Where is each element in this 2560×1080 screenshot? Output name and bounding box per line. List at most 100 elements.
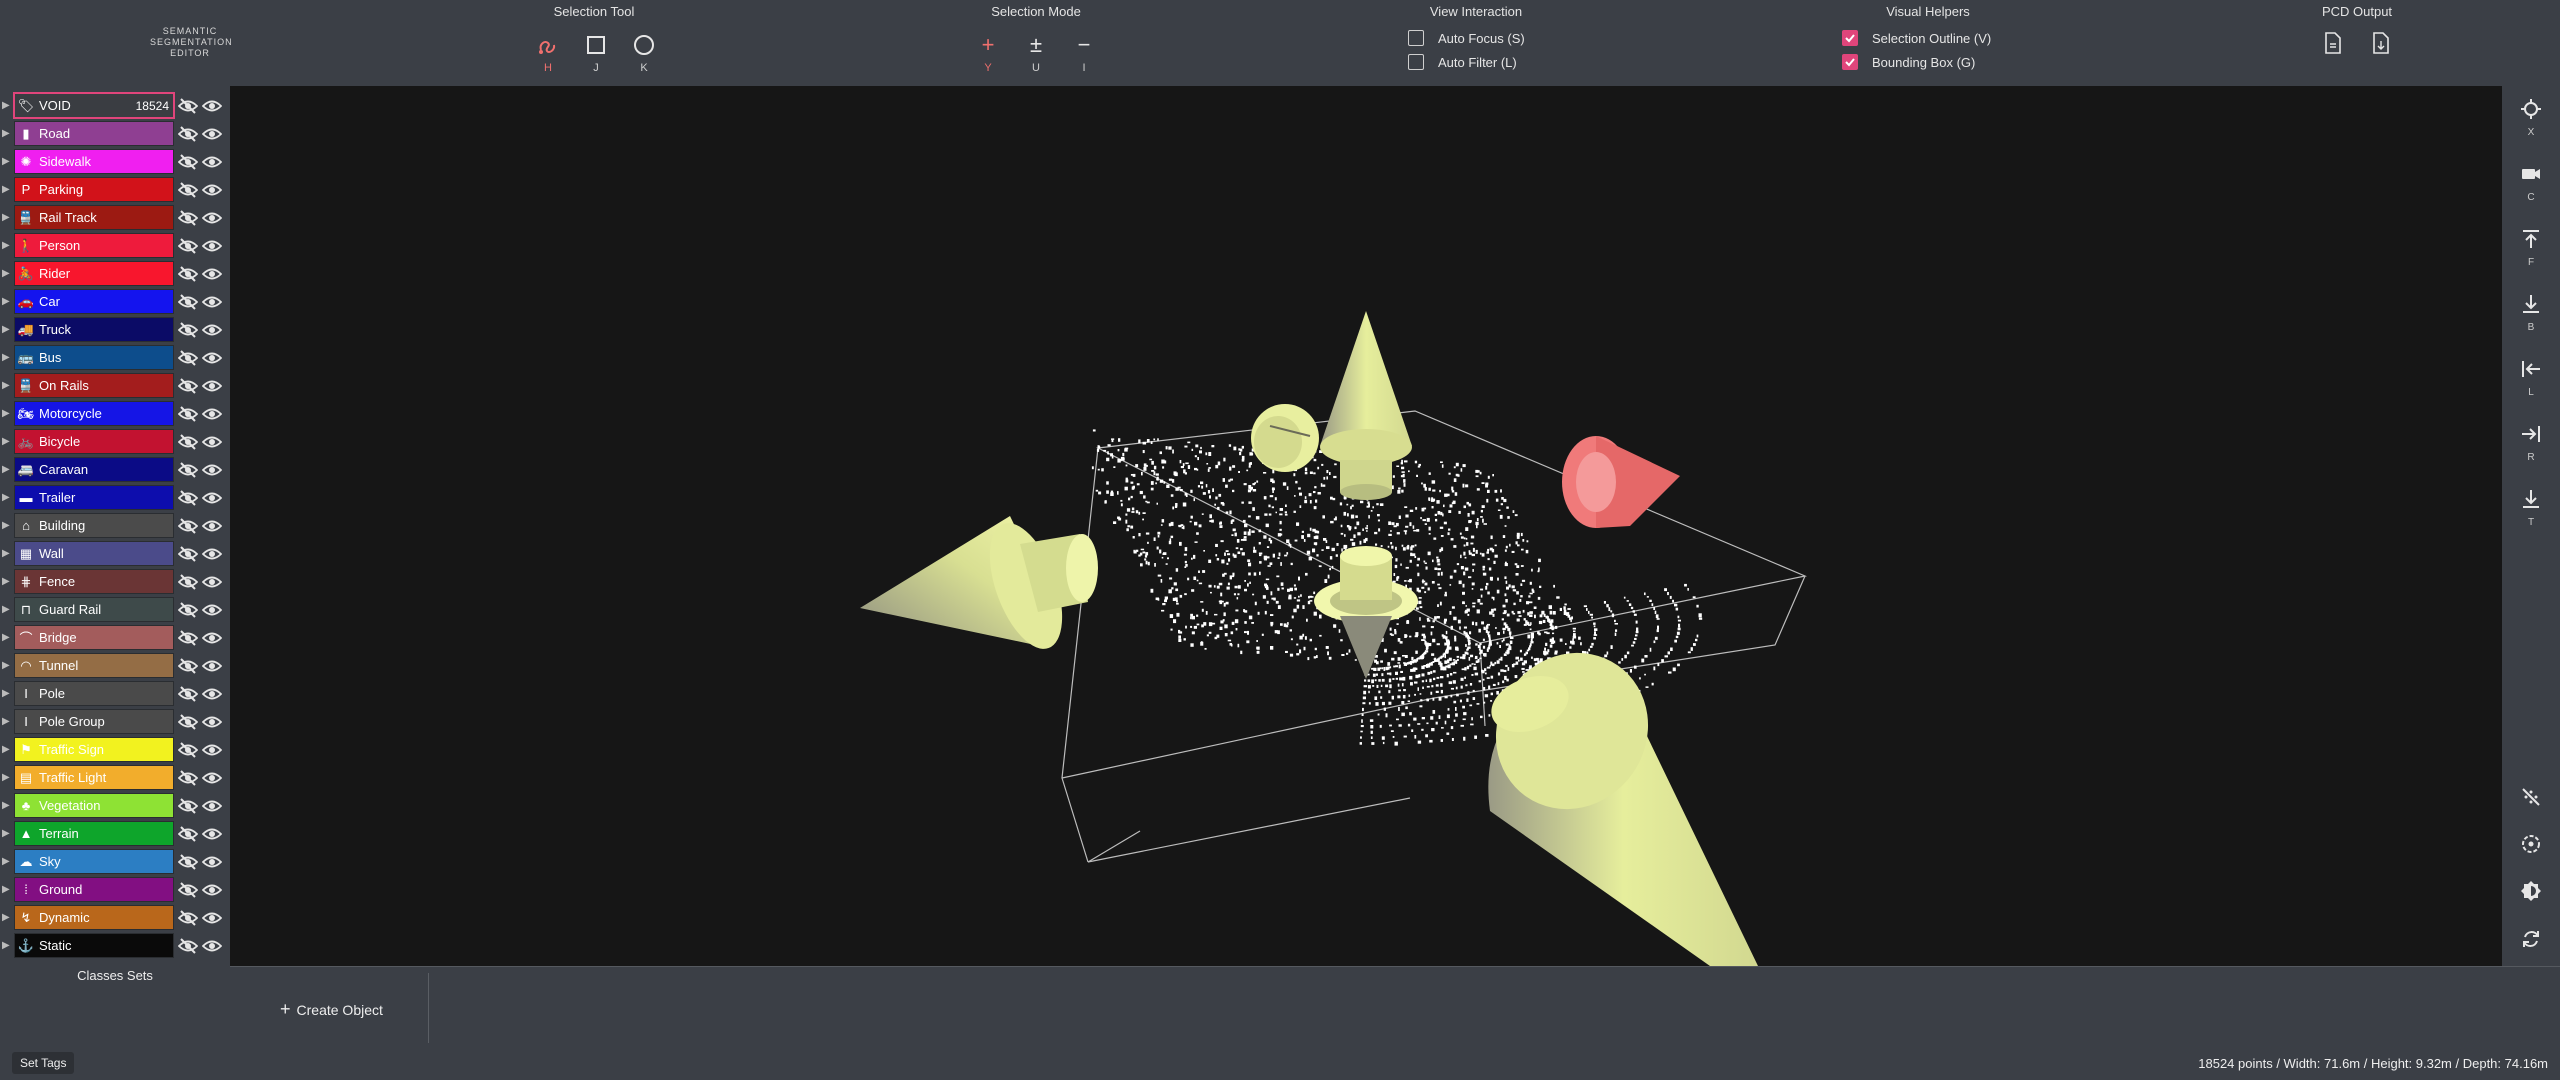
eye-icon[interactable]: [202, 349, 222, 367]
expand-caret-icon[interactable]: ▶: [2, 268, 10, 279]
eye-icon[interactable]: [202, 713, 222, 731]
eye-icon[interactable]: [202, 461, 222, 479]
bounding-box-toggle[interactable]: Bounding Box (G): [1842, 54, 1975, 70]
class-label[interactable]: ▬ Trailer: [14, 485, 174, 510]
expand-caret-icon[interactable]: ▶: [2, 912, 10, 923]
expand-caret-icon[interactable]: ▶: [2, 548, 10, 559]
eye-off-icon[interactable]: [178, 433, 198, 451]
eye-off-icon[interactable]: [178, 545, 198, 563]
brightness-button[interactable]: [2502, 880, 2560, 907]
eye-off-icon[interactable]: [178, 881, 198, 899]
expand-caret-icon[interactable]: ▶: [2, 576, 10, 587]
right-view-button[interactable]: R: [2502, 423, 2560, 463]
eye-off-icon[interactable]: [178, 293, 198, 311]
create-object-button[interactable]: + Create Object: [280, 999, 383, 1020]
eye-icon[interactable]: [202, 545, 222, 563]
expand-caret-icon[interactable]: ▶: [2, 660, 10, 671]
class-label[interactable]: ▦ Wall: [14, 541, 174, 566]
focus-target-button[interactable]: [2502, 833, 2560, 860]
eye-icon[interactable]: [202, 405, 222, 423]
class-label[interactable]: ☁ Sky: [14, 849, 174, 874]
class-label[interactable]: ↯ Dynamic: [14, 905, 174, 930]
eye-off-icon[interactable]: [178, 209, 198, 227]
class-row-rider[interactable]: ▶ 🚴 Rider: [0, 260, 230, 288]
expand-caret-icon[interactable]: ▶: [2, 212, 10, 223]
eye-icon[interactable]: [202, 181, 222, 199]
eye-icon[interactable]: [202, 685, 222, 703]
mode-toggle-button[interactable]: ± U: [1021, 30, 1051, 74]
class-label[interactable]: 🚲 Bicycle: [14, 429, 174, 454]
eye-off-icon[interactable]: [178, 601, 198, 619]
class-row-terrain[interactable]: ▶ ▲ Terrain: [0, 820, 230, 848]
eye-icon[interactable]: [202, 433, 222, 451]
eye-icon[interactable]: [202, 629, 222, 647]
reset-view-button[interactable]: X: [2502, 98, 2560, 138]
eye-off-icon[interactable]: [178, 517, 198, 535]
mode-add-button[interactable]: + Y: [973, 30, 1003, 74]
eye-off-icon[interactable]: [178, 825, 198, 843]
class-label[interactable]: P Parking: [14, 177, 174, 202]
lasso-tool-button[interactable]: H: [533, 30, 563, 74]
expand-caret-icon[interactable]: ▶: [2, 688, 10, 699]
class-row-dynamic[interactable]: ▶ ↯ Dynamic: [0, 904, 230, 932]
eye-off-icon[interactable]: [178, 125, 198, 143]
class-label[interactable]: ♣ Vegetation: [14, 793, 174, 818]
eye-icon[interactable]: [202, 153, 222, 171]
eye-icon[interactable]: [202, 377, 222, 395]
class-label[interactable]: 🚚 Truck: [14, 317, 174, 342]
front-view-button[interactable]: F: [2502, 228, 2560, 268]
expand-caret-icon[interactable]: ▶: [2, 184, 10, 195]
auto-focus-checkbox[interactable]: [1408, 30, 1424, 46]
class-label[interactable]: ▤ Traffic Light: [14, 765, 174, 790]
expand-caret-icon[interactable]: ▶: [2, 352, 10, 363]
class-label[interactable]: ⚑ Traffic Sign: [14, 737, 174, 762]
hide-points-button[interactable]: [2502, 786, 2560, 813]
eye-icon[interactable]: [202, 489, 222, 507]
class-label[interactable]: I Pole Group: [14, 709, 174, 734]
class-row-fence[interactable]: ▶ ⋕ Fence: [0, 568, 230, 596]
class-label[interactable]: ⊓ Guard Rail: [14, 597, 174, 622]
eye-icon[interactable]: [202, 125, 222, 143]
class-label[interactable]: ◠ Tunnel: [14, 653, 174, 678]
eye-off-icon[interactable]: [178, 573, 198, 591]
class-row-parking[interactable]: ▶ P Parking: [0, 176, 230, 204]
class-row-rail-track[interactable]: ▶ 🚆 Rail Track: [0, 204, 230, 232]
expand-caret-icon[interactable]: ▶: [2, 828, 10, 839]
export-file-icon[interactable]: [2324, 32, 2342, 54]
expand-caret-icon[interactable]: ▶: [2, 940, 10, 951]
expand-caret-icon[interactable]: ▶: [2, 716, 10, 727]
gizmo-right-handle[interactable]: [1562, 436, 1680, 528]
class-row-car[interactable]: ▶ 🚗 Car: [0, 288, 230, 316]
eye-icon[interactable]: [202, 741, 222, 759]
box-tool-button[interactable]: J: [581, 30, 611, 74]
expand-caret-icon[interactable]: ▶: [2, 156, 10, 167]
class-label[interactable]: 🏷 VOID 18524: [13, 92, 175, 119]
selection-outline-toggle[interactable]: Selection Outline (V): [1842, 30, 1991, 46]
eye-off-icon[interactable]: [178, 657, 198, 675]
auto-filter-checkbox[interactable]: [1408, 54, 1424, 70]
eye-off-icon[interactable]: [178, 405, 198, 423]
eye-off-icon[interactable]: [178, 97, 198, 115]
expand-caret-icon[interactable]: ▶: [2, 380, 10, 391]
selection-outline-checkbox[interactable]: [1842, 30, 1858, 46]
eye-icon[interactable]: [202, 769, 222, 787]
eye-icon[interactable]: [202, 853, 222, 871]
gizmo-down-cone[interactable]: [1465, 623, 1758, 966]
eye-icon[interactable]: [202, 797, 222, 815]
top-view-button[interactable]: T: [2502, 488, 2560, 528]
expand-caret-icon[interactable]: ▶: [2, 324, 10, 335]
eye-off-icon[interactable]: [178, 713, 198, 731]
expand-caret-icon[interactable]: ▶: [2, 408, 10, 419]
expand-caret-icon[interactable]: ▶: [2, 128, 10, 139]
gizmo-left-cone[interactable]: [860, 514, 1098, 659]
expand-caret-icon[interactable]: ▶: [2, 884, 10, 895]
eye-icon[interactable]: [202, 657, 222, 675]
class-row-truck[interactable]: ▶ 🚚 Truck: [0, 316, 230, 344]
eye-icon[interactable]: [202, 97, 222, 115]
eye-icon[interactable]: [202, 909, 222, 927]
class-sets-label[interactable]: Classes Sets: [0, 968, 230, 983]
class-label[interactable]: 🚶 Person: [14, 233, 174, 258]
class-row-bridge[interactable]: ▶ ⌒ Bridge: [0, 624, 230, 652]
class-label[interactable]: 🚆 Rail Track: [14, 205, 174, 230]
eye-off-icon[interactable]: [178, 909, 198, 927]
